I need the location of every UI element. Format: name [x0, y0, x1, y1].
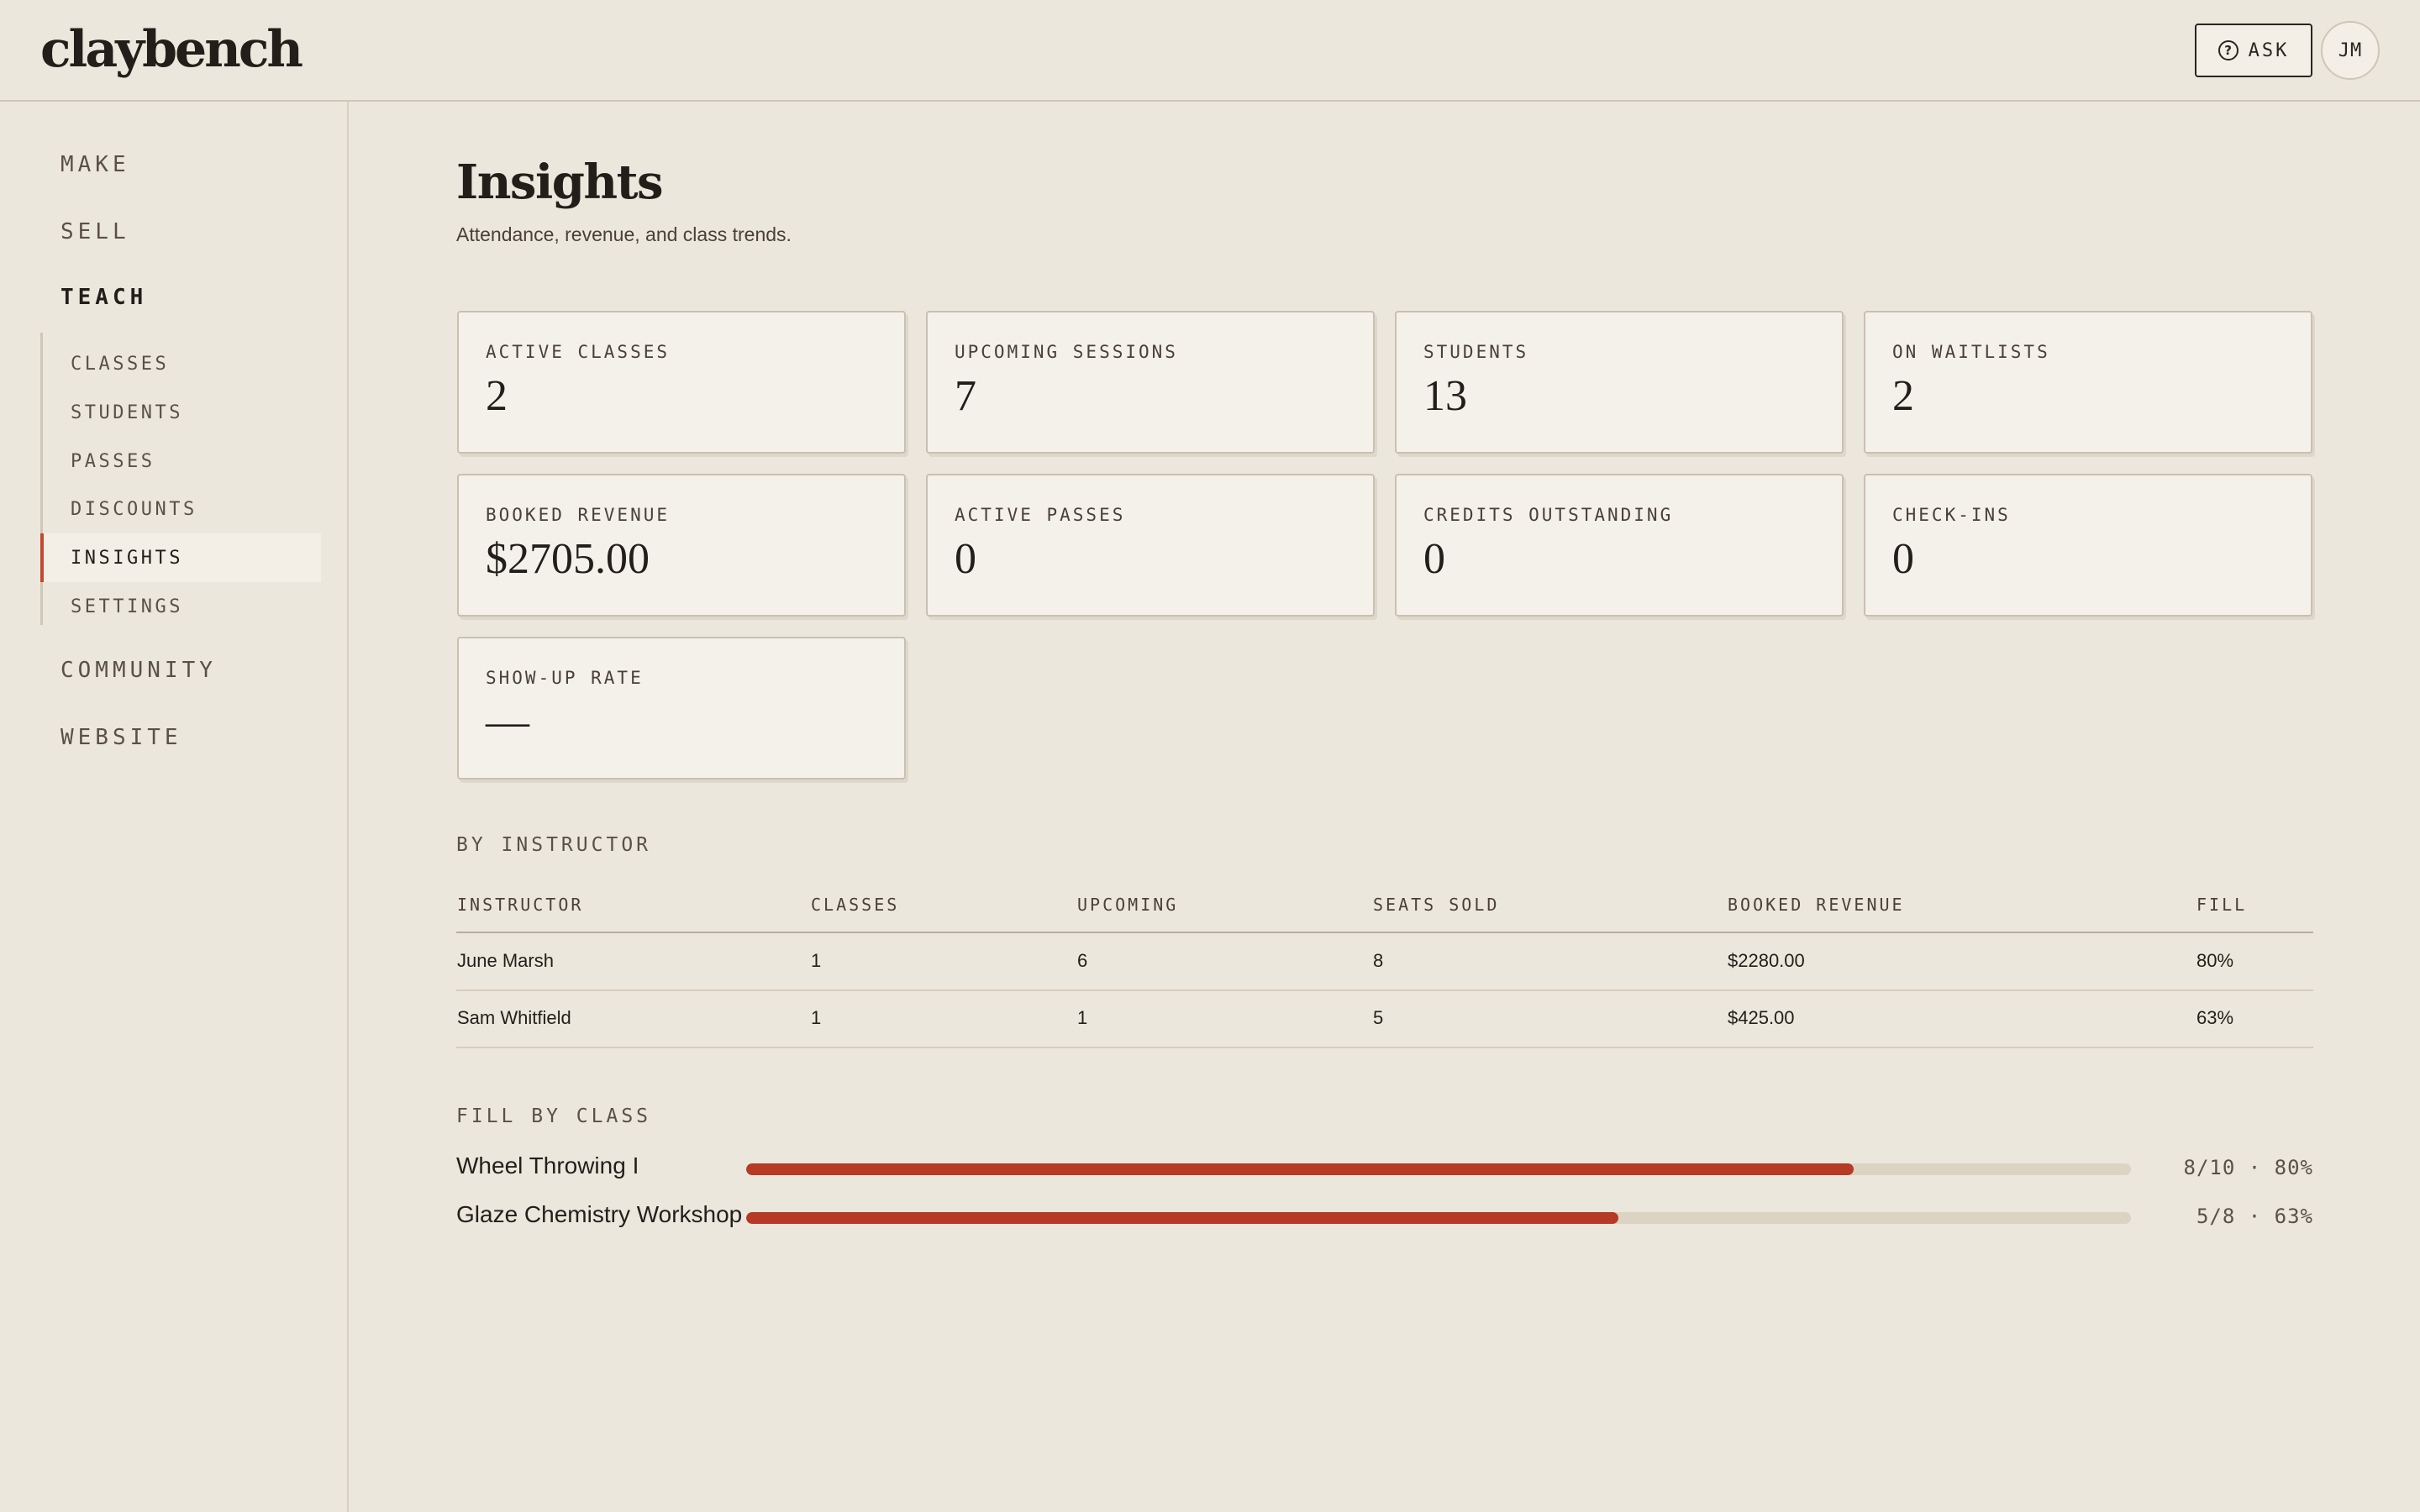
- fill-progress-track: [746, 1212, 2131, 1224]
- nav-community[interactable]: COMMUNITY: [60, 658, 217, 683]
- stat-label: CREDITS OUTSTANDING: [1423, 505, 1674, 525]
- stat-value: $2705.00: [486, 535, 650, 583]
- page-title: Insights: [456, 155, 663, 210]
- fill-by-class-heading: FILL BY CLASS: [456, 1105, 652, 1127]
- sidebar-item-passes[interactable]: PASSES: [43, 437, 324, 486]
- top-bar: claybench ? ASK JM: [0, 0, 2420, 102]
- stat-label: UPCOMING SESSIONS: [955, 342, 1178, 362]
- column-header: SEATS SOLD: [1373, 895, 1500, 915]
- stat-card-check-ins: CHECK-INS 0: [1864, 474, 2312, 617]
- column-header: UPCOMING: [1077, 895, 1179, 915]
- sidebar-item-settings[interactable]: SETTINGS: [43, 582, 324, 631]
- row-divider: [456, 990, 2313, 991]
- stat-card-active-passes: ACTIVE PASSES 0: [926, 474, 1375, 617]
- sidebar-item-discounts[interactable]: DISCOUNTS: [43, 485, 324, 533]
- stat-card-credits-outstanding: CREDITS OUTSTANDING 0: [1395, 474, 1844, 617]
- column-header: BOOKED REVENUE: [1728, 895, 1905, 915]
- stat-label: SHOW-UP RATE: [486, 668, 644, 688]
- cell-classes: 1: [811, 950, 822, 971]
- cell-instructor: Sam Whitfield: [457, 1007, 571, 1028]
- cell-seats-sold: 8: [1373, 950, 1384, 971]
- stat-label: BOOKED REVENUE: [486, 505, 671, 525]
- stat-label: ACTIVE CLASSES: [486, 342, 671, 362]
- table-header-divider: [456, 932, 2313, 933]
- sidebar-item-students[interactable]: STUDENTS: [43, 388, 324, 437]
- fill-stat: 5/8 · 63%: [2196, 1205, 2313, 1228]
- cell-booked-revenue: $2280.00: [1728, 950, 1805, 971]
- cell-upcoming: 6: [1077, 950, 1088, 971]
- stat-card-on-waitlists: ON WAITLISTS 2: [1864, 311, 2312, 454]
- logo[interactable]: claybench: [40, 20, 303, 79]
- nav-make[interactable]: MAKE: [60, 152, 130, 177]
- cell-classes: 1: [811, 1007, 822, 1028]
- cell-seats-sold: 5: [1373, 1007, 1384, 1028]
- cell-fill: 63%: [2196, 1007, 2234, 1028]
- stat-value: 0: [955, 535, 976, 583]
- sidebar-item-insights[interactable]: INSIGHTS: [40, 533, 321, 582]
- stat-label: STUDENTS: [1423, 342, 1529, 362]
- stat-card-booked-revenue: BOOKED REVENUE $2705.00: [457, 474, 906, 617]
- stat-card-active-classes: ACTIVE CLASSES 2: [457, 311, 906, 454]
- by-instructor-heading: BY INSTRUCTOR: [456, 834, 652, 856]
- fill-class-name: Wheel Throwing I: [456, 1152, 639, 1179]
- row-divider: [456, 1047, 2313, 1048]
- stat-value: 0: [1892, 535, 1914, 583]
- fill-progress-track: [746, 1163, 2131, 1175]
- stat-card-show-up-rate: SHOW-UP RATE —: [457, 637, 906, 780]
- column-header: CLASSES: [811, 895, 900, 915]
- stat-value: 2: [486, 372, 508, 420]
- column-header: INSTRUCTOR: [457, 895, 584, 915]
- fill-stat: 8/10 · 80%: [2183, 1156, 2313, 1179]
- ask-button[interactable]: ? ASK: [2195, 24, 2312, 77]
- stat-label: ACTIVE PASSES: [955, 505, 1126, 525]
- stat-label: CHECK-INS: [1892, 505, 2011, 525]
- help-circle-icon: ?: [2217, 40, 2238, 60]
- stat-value: 0: [1423, 535, 1445, 583]
- stat-card-students: STUDENTS 13: [1395, 311, 1844, 454]
- fill-progress-bar: [746, 1163, 1854, 1175]
- sidebar: MAKE SELL TEACH CLASSES STUDENTS PASSES …: [0, 102, 349, 1512]
- stat-card-upcoming-sessions: UPCOMING SESSIONS 7: [926, 311, 1375, 454]
- fill-progress-bar: [746, 1212, 1619, 1224]
- cell-instructor: June Marsh: [457, 950, 554, 971]
- cell-upcoming: 1: [1077, 1007, 1088, 1028]
- teach-subnav: CLASSES STUDENTS PASSES DISCOUNTS INSIGH…: [40, 333, 321, 625]
- column-header: FILL: [2196, 895, 2248, 915]
- ask-label: ASK: [2248, 39, 2290, 61]
- stat-value: 13: [1423, 372, 1467, 420]
- cell-fill: 80%: [2196, 950, 2234, 971]
- nav-website[interactable]: WEBSITE: [60, 725, 182, 750]
- sidebar-item-classes[interactable]: CLASSES: [43, 339, 324, 388]
- stat-value: 2: [1892, 372, 1914, 420]
- fill-class-name: Glaze Chemistry Workshop: [456, 1201, 743, 1227]
- cell-booked-revenue: $425.00: [1728, 1007, 1795, 1028]
- stat-label: ON WAITLISTS: [1892, 342, 2050, 362]
- nav-sell[interactable]: SELL: [60, 219, 130, 244]
- stat-value: —: [486, 698, 529, 746]
- nav-teach[interactable]: TEACH: [60, 285, 147, 310]
- page-subtitle: Attendance, revenue, and class trends.: [456, 223, 792, 245]
- avatar[interactable]: JM: [2321, 21, 2380, 80]
- stat-value: 7: [955, 372, 976, 420]
